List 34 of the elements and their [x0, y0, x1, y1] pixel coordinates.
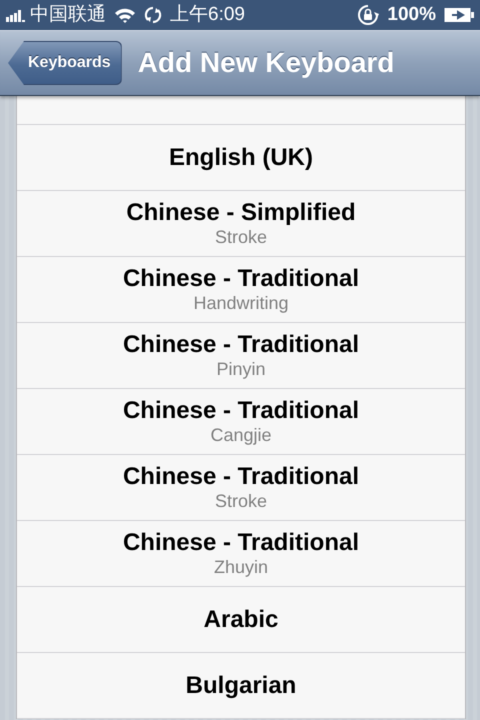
- keyboard-row[interactable]: Chinese - Traditional Zhuyin: [17, 521, 465, 587]
- back-button[interactable]: Keyboards: [8, 41, 122, 85]
- keyboard-detail: Stroke: [214, 226, 268, 248]
- battery-percent: 100%: [387, 2, 436, 27]
- keyboard-detail: Stroke: [214, 490, 268, 512]
- keyboard-name: Chinese - Traditional: [122, 396, 360, 424]
- keyboard-row[interactable]: Chinese - Simplified Stroke: [17, 191, 465, 257]
- keyboard-detail: Handwriting: [193, 292, 289, 314]
- battery-icon: [444, 7, 474, 23]
- keyboard-row[interactable]: English (UK): [17, 125, 465, 191]
- keyboard-row[interactable]: Chinese - Traditional Handwriting: [17, 257, 465, 323]
- status-time: 上午6:09: [170, 2, 245, 27]
- keyboard-detail: Pinyin: [216, 358, 266, 380]
- keyboard-name: Chinese - Traditional: [122, 462, 360, 490]
- carrier-name: 中国联通: [30, 2, 106, 27]
- keyboard-detail: Zhuyin: [214, 556, 268, 578]
- keyboard-name: Chinese - Traditional: [122, 264, 360, 292]
- keyboard-row[interactable]: Chinese - Traditional Cangjie: [17, 389, 465, 455]
- keyboard-detail: Cangjie: [210, 424, 272, 446]
- keyboard-name: Arabic: [204, 606, 278, 634]
- keyboard-row[interactable]: Arabic: [17, 587, 465, 653]
- keyboard-name: Chinese - Simplified: [126, 198, 356, 226]
- keyboard-name: Chinese - Traditional: [122, 528, 360, 556]
- nav-title: Add New Keyboard: [138, 46, 394, 80]
- keyboard-name: English (UK): [169, 144, 313, 172]
- keyboard-row[interactable]: Bulgarian: [17, 653, 465, 719]
- wifi-icon: [114, 7, 136, 23]
- rotation-lock-icon: [357, 4, 380, 26]
- keyboard-row[interactable]: Chinese - Traditional Pinyin: [17, 323, 465, 389]
- sync-icon: [144, 6, 162, 24]
- signal-icon: [6, 8, 28, 22]
- keyboard-name: Bulgarian: [186, 672, 296, 700]
- keyboard-name: Chinese - Traditional: [122, 330, 360, 358]
- keyboard-row[interactable]: Chinese - Traditional Stroke: [17, 455, 465, 521]
